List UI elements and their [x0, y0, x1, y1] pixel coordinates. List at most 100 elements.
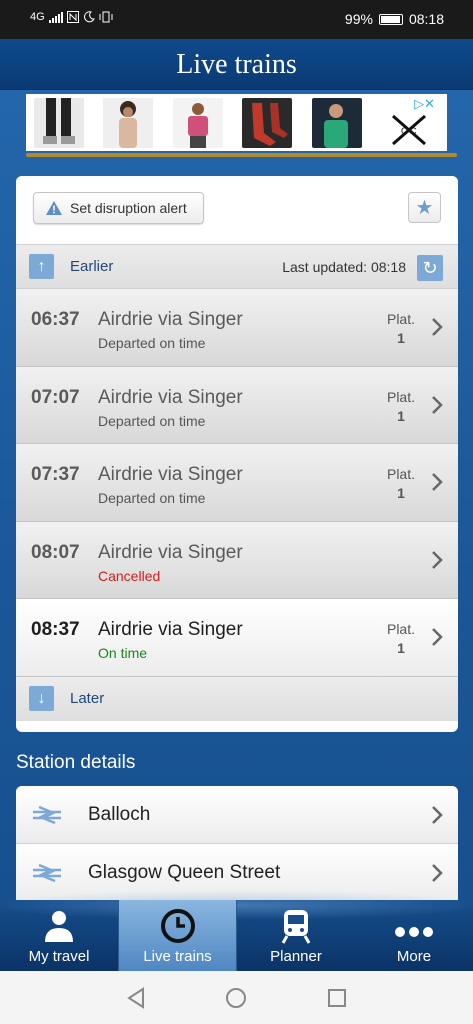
moon-icon	[83, 11, 95, 23]
bottom-tab-bar: My travel Live trains Planner More	[0, 890, 473, 971]
star-icon: ★	[415, 197, 434, 219]
svg-text:C C: C C	[401, 126, 417, 136]
status-bar: 4G 99% 08:18	[0, 0, 473, 39]
battery-percent: 99%	[344, 11, 373, 27]
page-title: Live trains	[176, 49, 297, 80]
platform-info: Plat. 1	[387, 389, 415, 424]
tab-my-travel[interactable]: My travel	[0, 900, 118, 971]
tab-live-trains[interactable]: Live trains	[118, 900, 237, 971]
app-header: Live trains	[0, 39, 473, 90]
departure-destination: Airdrie via Singer	[98, 309, 243, 330]
nfc-icon	[66, 11, 79, 23]
chevron-right-icon	[432, 395, 443, 414]
departure-status: Departed on time	[98, 490, 206, 506]
system-navigation-bar	[0, 971, 473, 1024]
later-label: Later	[70, 690, 105, 707]
battery-icon	[378, 13, 403, 25]
departure-time: 08:37	[31, 619, 80, 640]
chevron-right-icon	[432, 806, 443, 824]
station-name: Glasgow Queen Street	[88, 861, 281, 883]
departure-destination: Airdrie via Singer	[98, 541, 243, 563]
departure-time: 07:37	[31, 464, 80, 485]
ad-banner[interactable]: ▷✕ C C	[26, 94, 447, 151]
clock-icon	[160, 909, 195, 943]
tab-label: More	[396, 948, 432, 965]
platform-number: 1	[397, 407, 405, 424]
back-icon[interactable]	[124, 986, 148, 1010]
chevron-right-icon	[432, 318, 443, 336]
platform-label: Plat.	[386, 311, 415, 327]
chevron-right-icon	[432, 550, 443, 569]
station-details-list: Balloch Glasgow Queen Street	[16, 786, 458, 902]
station-name: Balloch	[88, 803, 151, 825]
departure-row[interactable]: 07:07 Airdrie via Singer Departed on tim…	[16, 366, 458, 444]
chevron-right-icon	[432, 864, 443, 882]
train-icon	[281, 910, 311, 944]
platform-number: 1	[397, 485, 405, 501]
ad-image-socks[interactable]	[242, 97, 293, 148]
platform-info: Plat. 1	[387, 621, 415, 656]
departure-destination: Airdrie via Singer	[98, 464, 243, 485]
departures-card: Set disruption alert ★ ↑ Earlier Last up…	[16, 176, 458, 732]
arrow-down-icon: ↓	[29, 686, 54, 711]
departure-destination: Airdrie via Singer	[98, 619, 243, 640]
platform-label: Plat.	[386, 388, 415, 405]
tab-label: Live trains	[143, 948, 212, 965]
ad-image-boots[interactable]	[34, 97, 84, 148]
platform-number: 1	[397, 330, 405, 346]
set-disruption-alert-button[interactable]: Set disruption alert	[33, 192, 204, 224]
tab-label: My travel	[28, 948, 90, 965]
earlier-row[interactable]: ↑ Earlier Last updated: 08:18 ↻	[16, 244, 458, 289]
ad-image-model-3[interactable]	[311, 97, 362, 148]
departure-destination: Airdrie via Singer	[98, 386, 243, 408]
departure-row[interactable]: 07:37 Airdrie via Singer Departed on tim…	[16, 444, 458, 522]
departure-time: 08:07	[31, 541, 80, 563]
alert-toolbar: Set disruption alert ★	[16, 176, 458, 244]
later-row[interactable]: ↓ Later	[16, 676, 458, 721]
tab-label: Planner	[270, 948, 322, 965]
tab-more[interactable]: More	[355, 900, 473, 971]
adchoices-icon[interactable]: ▷✕	[414, 96, 435, 112]
ad-divider	[26, 153, 457, 157]
recents-icon[interactable]	[325, 986, 349, 1010]
vibrate-icon	[99, 11, 113, 23]
person-icon	[45, 911, 73, 942]
departure-status: Departed on time	[98, 412, 206, 429]
station-item[interactable]: Balloch	[16, 786, 458, 844]
refresh-icon[interactable]: ↻	[417, 255, 443, 281]
warning-icon	[46, 201, 62, 215]
clock-time: 08:18	[408, 11, 444, 27]
chevron-right-icon	[432, 628, 443, 646]
platform-info: Plat. 1	[387, 311, 415, 346]
set-disruption-alert-label: Set disruption alert	[70, 200, 187, 216]
earlier-label: Earlier	[70, 258, 114, 275]
ad-image-model-1[interactable]	[103, 97, 154, 148]
status-icons-right: 99% 08:18	[345, 11, 444, 27]
platform-label: Plat.	[386, 621, 415, 637]
platform-info: Plat. 1	[387, 466, 415, 501]
last-updated-text: Last updated: 08:18	[282, 259, 406, 275]
departure-status-on-time: On time	[98, 645, 148, 661]
network-label: 4G	[30, 11, 45, 23]
departure-row[interactable]: 08:37 Airdrie via Singer On time Plat. 1	[16, 599, 458, 677]
chevron-right-icon	[432, 473, 443, 491]
ad-brand-logo[interactable]: ▷✕ C C	[381, 96, 437, 148]
national-rail-icon	[33, 805, 61, 824]
departure-status-cancelled: Cancelled	[98, 567, 161, 584]
departure-row[interactable]: 08:07 Airdrie via Singer Cancelled	[16, 521, 458, 599]
station-details-heading: Station details	[16, 752, 136, 773]
national-rail-icon	[33, 863, 61, 882]
platform-label: Plat.	[386, 466, 415, 482]
departure-time: 06:37	[31, 309, 80, 330]
ad-image-model-2[interactable]	[172, 97, 223, 148]
departure-time: 07:07	[31, 386, 80, 408]
departure-status: Departed on time	[98, 335, 206, 351]
platform-number: 1	[397, 640, 405, 656]
favourite-button[interactable]: ★	[408, 192, 441, 223]
status-icons-left: 4G	[30, 11, 113, 23]
departure-row[interactable]: 06:37 Airdrie via Singer Departed on tim…	[16, 289, 458, 367]
more-dots-icon	[395, 927, 433, 937]
home-icon[interactable]	[224, 986, 248, 1010]
arrow-up-icon: ↑	[29, 254, 54, 279]
tab-planner[interactable]: Planner	[237, 900, 355, 971]
